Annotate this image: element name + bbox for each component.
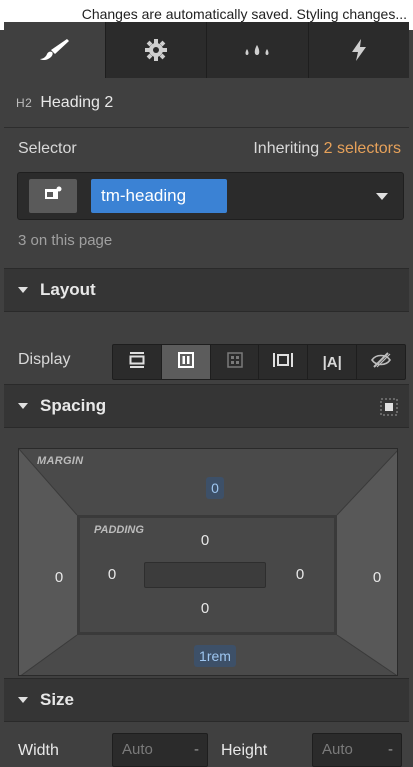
tab-interactions[interactable] xyxy=(309,22,410,78)
padding-box: PADDING 0 0 0 0 xyxy=(77,515,337,635)
display-label: Display xyxy=(18,351,71,368)
element-name: Heading 2 xyxy=(40,93,114,111)
size-row: Width Auto - Height Auto - xyxy=(4,727,409,767)
selected-element: H2 Heading 2 xyxy=(4,78,409,128)
width-unit[interactable]: - xyxy=(194,734,199,766)
content-box xyxy=(144,562,266,588)
tab-style[interactable] xyxy=(4,22,106,78)
inheriting-prefix: Inheriting xyxy=(253,140,320,157)
gear-icon xyxy=(144,38,168,62)
panel-tabs xyxy=(4,22,409,78)
height-label: Height xyxy=(221,742,268,759)
lightning-icon xyxy=(350,38,368,62)
height-unit[interactable]: - xyxy=(388,734,393,766)
section-title-layout: Layout xyxy=(40,280,96,299)
heading-badge: H2 xyxy=(16,95,33,110)
width-input[interactable]: Auto - xyxy=(112,733,208,767)
display-grid-button[interactable] xyxy=(211,345,260,379)
on-page-count: 3 on this page xyxy=(18,232,113,249)
block-icon xyxy=(128,351,146,373)
padding-label: PADDING xyxy=(94,524,144,536)
size-section-header[interactable]: Size xyxy=(4,678,409,722)
padding-right-value[interactable]: 0 xyxy=(280,566,320,583)
width-placeholder: Auto xyxy=(122,741,153,758)
selector-chip[interactable]: tm-heading xyxy=(91,179,227,213)
section-title-size: Size xyxy=(40,690,75,709)
flex-icon xyxy=(177,351,195,373)
margin-right-value[interactable]: 0 xyxy=(357,569,397,586)
margin-top-value[interactable]: 0 xyxy=(206,477,224,499)
height-placeholder: Auto xyxy=(322,741,353,758)
selector-label: Selector xyxy=(18,140,77,157)
display-flex-button[interactable] xyxy=(161,345,211,379)
display-block-button[interactable] xyxy=(113,345,162,379)
display-inline-button[interactable]: |A| xyxy=(308,345,358,379)
inheriting-selectors-link[interactable]: 2 selectors xyxy=(324,140,401,157)
tab-style-manager[interactable] xyxy=(207,22,309,78)
height-input[interactable]: Auto - xyxy=(312,733,402,767)
selector-row: Selector Inheriting 2 selectors xyxy=(4,136,409,166)
margin-left-value[interactable]: 0 xyxy=(39,569,79,586)
caret-down-icon xyxy=(18,403,28,409)
selector-field[interactable]: tm-heading xyxy=(17,172,404,220)
spacing-section-header[interactable]: Spacing xyxy=(4,384,409,428)
box-model-icon[interactable] xyxy=(379,397,399,422)
padding-top-value[interactable]: 0 xyxy=(185,532,225,549)
display-inline-block-button[interactable] xyxy=(259,345,309,379)
padding-bottom-value[interactable]: 0 xyxy=(185,600,225,617)
margin-label: MARGIN xyxy=(37,455,84,467)
display-row: Display |A| xyxy=(4,332,409,392)
width-label: Width xyxy=(18,742,59,759)
margin-bottom-value[interactable]: 1rem xyxy=(194,645,236,667)
grid-icon xyxy=(226,351,244,373)
display-toggle-group: |A| xyxy=(112,344,406,380)
tab-settings[interactable] xyxy=(106,22,207,78)
section-title-spacing: Spacing xyxy=(40,396,107,415)
caret-down-icon xyxy=(18,287,28,293)
caret-down-icon xyxy=(18,697,28,703)
inheriting-text: Inheriting 2 selectors xyxy=(253,140,401,158)
padding-left-value[interactable]: 0 xyxy=(92,566,132,583)
layout-section-header[interactable]: Layout xyxy=(4,268,409,312)
drops-icon xyxy=(242,41,272,59)
chevron-down-icon[interactable] xyxy=(376,193,388,200)
display-none-button[interactable] xyxy=(357,345,405,379)
spacing-box-model: MARGIN 0 0 0 1rem PADDING 0 0 0 0 xyxy=(18,448,398,676)
inline-block-icon xyxy=(272,351,294,373)
eye-slash-icon xyxy=(370,351,392,373)
paintbrush-icon xyxy=(37,37,71,63)
element-state-icon xyxy=(44,186,62,207)
style-panel: H2 Heading 2 Selector Inheriting 2 selec… xyxy=(4,22,409,767)
topbar-text: Changes are automatically saved. Styling… xyxy=(81,6,407,22)
selector-state-button[interactable] xyxy=(29,179,77,213)
